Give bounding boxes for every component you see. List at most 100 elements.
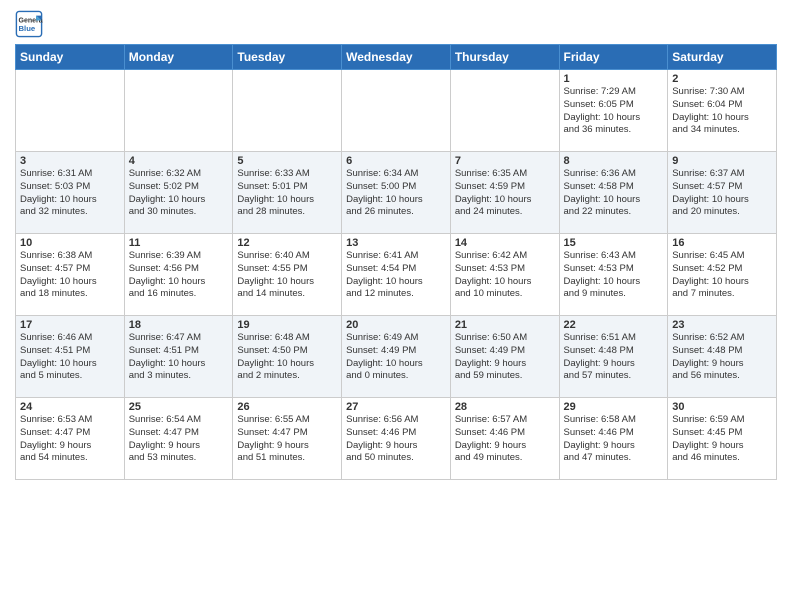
calendar-week-row: 3Sunrise: 6:31 AM Sunset: 5:03 PM Daylig… [16,152,777,234]
calendar-cell: 20Sunrise: 6:49 AM Sunset: 4:49 PM Dayli… [342,316,451,398]
calendar-cell: 23Sunrise: 6:52 AM Sunset: 4:48 PM Dayli… [668,316,777,398]
calendar-cell: 29Sunrise: 6:58 AM Sunset: 4:46 PM Dayli… [559,398,668,480]
calendar-cell [16,70,125,152]
calendar-cell: 3Sunrise: 6:31 AM Sunset: 5:03 PM Daylig… [16,152,125,234]
header: General Blue [15,10,777,38]
calendar-cell: 2Sunrise: 7:30 AM Sunset: 6:04 PM Daylig… [668,70,777,152]
calendar-cell [124,70,233,152]
day-number: 19 [237,319,337,331]
day-number: 11 [129,237,229,249]
day-number: 7 [455,155,555,167]
day-info: Sunrise: 6:59 AM Sunset: 4:45 PM Dayligh… [672,414,772,465]
calendar-cell: 12Sunrise: 6:40 AM Sunset: 4:55 PM Dayli… [233,234,342,316]
day-number: 1 [564,73,664,85]
day-info: Sunrise: 6:52 AM Sunset: 4:48 PM Dayligh… [672,332,772,383]
calendar-cell: 6Sunrise: 6:34 AM Sunset: 5:00 PM Daylig… [342,152,451,234]
day-info: Sunrise: 6:54 AM Sunset: 4:47 PM Dayligh… [129,414,229,465]
day-of-week-header: Wednesday [342,45,451,70]
day-info: Sunrise: 6:34 AM Sunset: 5:00 PM Dayligh… [346,168,446,219]
calendar-cell [233,70,342,152]
day-number: 13 [346,237,446,249]
day-info: Sunrise: 6:53 AM Sunset: 4:47 PM Dayligh… [20,414,120,465]
day-number: 2 [672,73,772,85]
day-info: Sunrise: 6:50 AM Sunset: 4:49 PM Dayligh… [455,332,555,383]
calendar-header-row: SundayMondayTuesdayWednesdayThursdayFrid… [16,45,777,70]
calendar-cell: 14Sunrise: 6:42 AM Sunset: 4:53 PM Dayli… [450,234,559,316]
logo: General Blue [15,10,45,38]
calendar: SundayMondayTuesdayWednesdayThursdayFrid… [15,44,777,480]
day-number: 14 [455,237,555,249]
day-number: 20 [346,319,446,331]
day-info: Sunrise: 6:32 AM Sunset: 5:02 PM Dayligh… [129,168,229,219]
day-info: Sunrise: 6:35 AM Sunset: 4:59 PM Dayligh… [455,168,555,219]
calendar-cell: 15Sunrise: 6:43 AM Sunset: 4:53 PM Dayli… [559,234,668,316]
day-info: Sunrise: 6:42 AM Sunset: 4:53 PM Dayligh… [455,250,555,301]
day-number: 27 [346,401,446,413]
day-info: Sunrise: 6:31 AM Sunset: 5:03 PM Dayligh… [20,168,120,219]
calendar-cell: 9Sunrise: 6:37 AM Sunset: 4:57 PM Daylig… [668,152,777,234]
day-number: 24 [20,401,120,413]
day-number: 15 [564,237,664,249]
day-info: Sunrise: 6:45 AM Sunset: 4:52 PM Dayligh… [672,250,772,301]
calendar-cell: 26Sunrise: 6:55 AM Sunset: 4:47 PM Dayli… [233,398,342,480]
day-info: Sunrise: 6:56 AM Sunset: 4:46 PM Dayligh… [346,414,446,465]
calendar-week-row: 17Sunrise: 6:46 AM Sunset: 4:51 PM Dayli… [16,316,777,398]
day-number: 30 [672,401,772,413]
day-info: Sunrise: 6:43 AM Sunset: 4:53 PM Dayligh… [564,250,664,301]
day-info: Sunrise: 6:57 AM Sunset: 4:46 PM Dayligh… [455,414,555,465]
day-number: 26 [237,401,337,413]
calendar-cell: 18Sunrise: 6:47 AM Sunset: 4:51 PM Dayli… [124,316,233,398]
calendar-cell [342,70,451,152]
day-number: 29 [564,401,664,413]
day-of-week-header: Saturday [668,45,777,70]
day-of-week-header: Friday [559,45,668,70]
day-number: 17 [20,319,120,331]
calendar-cell: 17Sunrise: 6:46 AM Sunset: 4:51 PM Dayli… [16,316,125,398]
day-info: Sunrise: 7:29 AM Sunset: 6:05 PM Dayligh… [564,86,664,137]
logo-icon: General Blue [15,10,43,38]
calendar-cell: 28Sunrise: 6:57 AM Sunset: 4:46 PM Dayli… [450,398,559,480]
day-number: 10 [20,237,120,249]
calendar-week-row: 24Sunrise: 6:53 AM Sunset: 4:47 PM Dayli… [16,398,777,480]
day-info: Sunrise: 6:36 AM Sunset: 4:58 PM Dayligh… [564,168,664,219]
calendar-week-row: 10Sunrise: 6:38 AM Sunset: 4:57 PM Dayli… [16,234,777,316]
calendar-cell: 25Sunrise: 6:54 AM Sunset: 4:47 PM Dayli… [124,398,233,480]
day-info: Sunrise: 6:33 AM Sunset: 5:01 PM Dayligh… [237,168,337,219]
day-info: Sunrise: 6:46 AM Sunset: 4:51 PM Dayligh… [20,332,120,383]
calendar-cell: 1Sunrise: 7:29 AM Sunset: 6:05 PM Daylig… [559,70,668,152]
day-info: Sunrise: 6:48 AM Sunset: 4:50 PM Dayligh… [237,332,337,383]
calendar-cell: 19Sunrise: 6:48 AM Sunset: 4:50 PM Dayli… [233,316,342,398]
day-number: 9 [672,155,772,167]
calendar-cell: 22Sunrise: 6:51 AM Sunset: 4:48 PM Dayli… [559,316,668,398]
calendar-cell: 5Sunrise: 6:33 AM Sunset: 5:01 PM Daylig… [233,152,342,234]
day-info: Sunrise: 6:49 AM Sunset: 4:49 PM Dayligh… [346,332,446,383]
calendar-cell: 27Sunrise: 6:56 AM Sunset: 4:46 PM Dayli… [342,398,451,480]
calendar-cell: 11Sunrise: 6:39 AM Sunset: 4:56 PM Dayli… [124,234,233,316]
calendar-cell: 10Sunrise: 6:38 AM Sunset: 4:57 PM Dayli… [16,234,125,316]
svg-text:Blue: Blue [19,24,36,33]
calendar-cell: 7Sunrise: 6:35 AM Sunset: 4:59 PM Daylig… [450,152,559,234]
day-number: 4 [129,155,229,167]
day-number: 22 [564,319,664,331]
calendar-week-row: 1Sunrise: 7:29 AM Sunset: 6:05 PM Daylig… [16,70,777,152]
day-info: Sunrise: 6:38 AM Sunset: 4:57 PM Dayligh… [20,250,120,301]
day-number: 6 [346,155,446,167]
day-number: 3 [20,155,120,167]
calendar-cell [450,70,559,152]
day-info: Sunrise: 6:51 AM Sunset: 4:48 PM Dayligh… [564,332,664,383]
day-info: Sunrise: 6:39 AM Sunset: 4:56 PM Dayligh… [129,250,229,301]
day-of-week-header: Tuesday [233,45,342,70]
day-number: 28 [455,401,555,413]
day-info: Sunrise: 6:40 AM Sunset: 4:55 PM Dayligh… [237,250,337,301]
day-number: 5 [237,155,337,167]
day-number: 12 [237,237,337,249]
day-info: Sunrise: 6:55 AM Sunset: 4:47 PM Dayligh… [237,414,337,465]
day-number: 25 [129,401,229,413]
calendar-cell: 16Sunrise: 6:45 AM Sunset: 4:52 PM Dayli… [668,234,777,316]
calendar-cell: 4Sunrise: 6:32 AM Sunset: 5:02 PM Daylig… [124,152,233,234]
calendar-cell: 8Sunrise: 6:36 AM Sunset: 4:58 PM Daylig… [559,152,668,234]
day-info: Sunrise: 6:37 AM Sunset: 4:57 PM Dayligh… [672,168,772,219]
day-of-week-header: Thursday [450,45,559,70]
day-info: Sunrise: 6:41 AM Sunset: 4:54 PM Dayligh… [346,250,446,301]
day-number: 18 [129,319,229,331]
